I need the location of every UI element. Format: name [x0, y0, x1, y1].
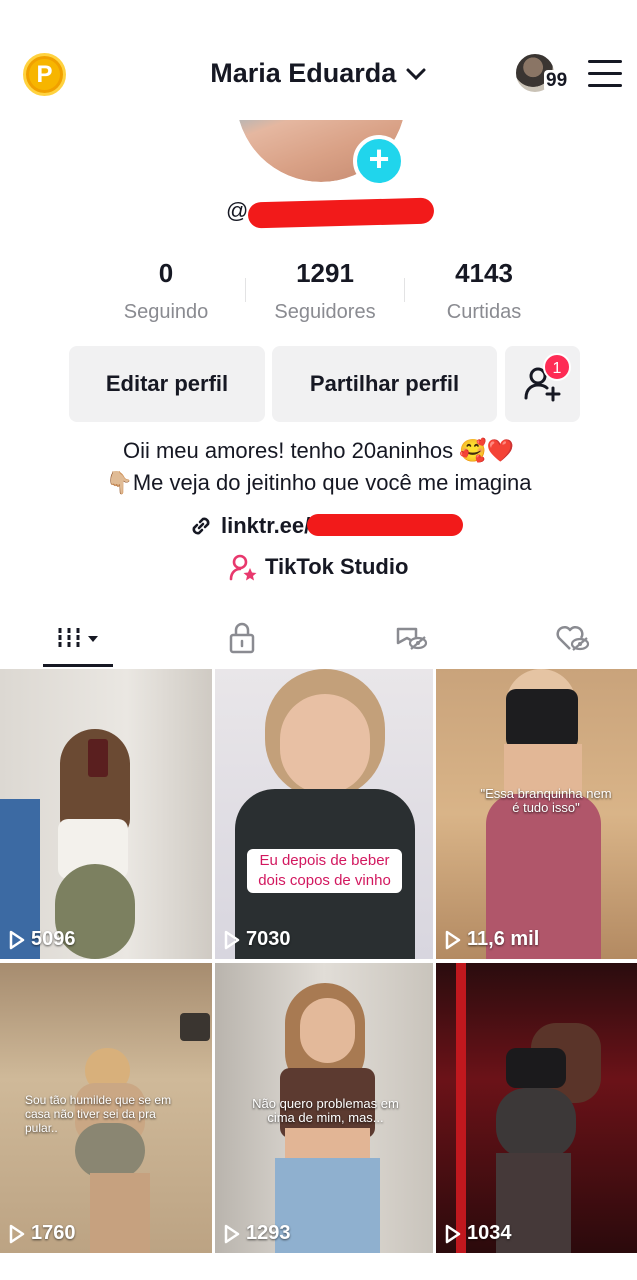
- menu-icon[interactable]: [588, 60, 622, 88]
- redacted-username: [247, 197, 435, 229]
- tab-videos[interactable]: [40, 612, 120, 664]
- stat-likes[interactable]: 4143 Curtidas: [404, 258, 564, 324]
- studio-label: TikTok Studio: [265, 554, 409, 579]
- play-icon: [9, 1224, 25, 1243]
- video-thumbnail[interactable]: 5096: [0, 669, 212, 959]
- add-story-plus-icon[interactable]: +: [353, 135, 405, 187]
- video-thumbnail[interactable]: 1034: [436, 963, 637, 1253]
- play-icon: [445, 1224, 461, 1243]
- add-friends-button[interactable]: [505, 346, 580, 422]
- stat-followers-value: 1291: [296, 258, 354, 288]
- view-count: 1760: [8, 1222, 76, 1245]
- profile-tabs: [0, 612, 637, 668]
- stat-following-label: Seguindo: [123, 301, 209, 323]
- video-caption: Eu depois de beber dois copos de vinho: [247, 849, 402, 893]
- stat-followers-label: Seguidores: [274, 301, 376, 323]
- play-icon: [445, 930, 461, 949]
- grid-filter-icon: [58, 628, 98, 648]
- tab-private[interactable]: [202, 612, 282, 664]
- stat-likes-value: 4143: [455, 258, 513, 288]
- stat-likes-label: Curtidas: [446, 301, 522, 323]
- video-caption: "Essa branquinha nem é tudo isso": [480, 786, 612, 815]
- tab-liked[interactable]: [532, 612, 612, 664]
- link-icon: [192, 517, 210, 535]
- play-icon: [224, 930, 240, 949]
- view-count: 7030: [223, 928, 291, 951]
- hidden-bookmark-icon: [396, 627, 428, 650]
- stat-followers[interactable]: 1291 Seguidores: [245, 258, 405, 324]
- video-thumbnail[interactable]: Sou tão humilde que se em casa não tiver…: [0, 963, 212, 1253]
- handle-prefix: @: [226, 198, 249, 223]
- play-icon: [9, 930, 25, 949]
- share-profile-button[interactable]: Partilhar perfil: [272, 346, 497, 422]
- play-icon: [224, 1224, 240, 1243]
- view-count: 11,6 mil: [444, 928, 539, 951]
- view-count: 1293: [223, 1222, 291, 1245]
- studio-icon: [229, 554, 257, 581]
- view-count: 5096: [8, 928, 76, 951]
- link-text: linktr.ee/: [221, 513, 311, 538]
- video-thumbnail[interactable]: Eu depois de beber dois copos de vinho 7…: [215, 669, 433, 959]
- top-bar: P Maria Eduarda 99: [0, 0, 637, 120]
- video-caption: Sou tão humilde que se em casa não tiver…: [25, 1093, 172, 1135]
- edit-profile-button[interactable]: Editar perfil: [69, 346, 265, 422]
- redacted-link: [307, 514, 463, 536]
- bio-line-1: Oii meu amores! tenho 20aninhos 🥰❤️: [122, 438, 515, 463]
- lock-icon: [229, 622, 255, 654]
- video-thumbnail[interactable]: "Essa branquinha nem é tudo isso" 11,6 m…: [436, 669, 637, 959]
- video-thumbnail[interactable]: Não quero problemas em cima de mim, mas.…: [215, 963, 433, 1253]
- friends-button[interactable]: 99: [514, 52, 574, 96]
- stat-following-value: 0: [158, 258, 174, 288]
- tiktok-studio-link[interactable]: TikTok Studio: [229, 553, 408, 581]
- account-title[interactable]: Maria Eduarda: [210, 58, 396, 89]
- bio-link[interactable]: linktr.ee/: [187, 512, 310, 540]
- tab-reposts[interactable]: [370, 612, 450, 664]
- bio-line-2: 👇🏼Me veja do jeitinho que você me imagin…: [105, 470, 532, 495]
- friends-count: 99: [544, 70, 570, 92]
- active-tab-indicator: [43, 664, 113, 667]
- hidden-heart-icon: [556, 625, 590, 651]
- stat-following[interactable]: 0 Seguindo: [86, 258, 246, 324]
- view-count: 1034: [444, 1222, 512, 1245]
- video-caption: Não quero problemas em cima de mim, mas.…: [252, 1096, 399, 1125]
- chevron-down-icon[interactable]: [405, 66, 427, 82]
- notification-badge: 1: [543, 353, 571, 381]
